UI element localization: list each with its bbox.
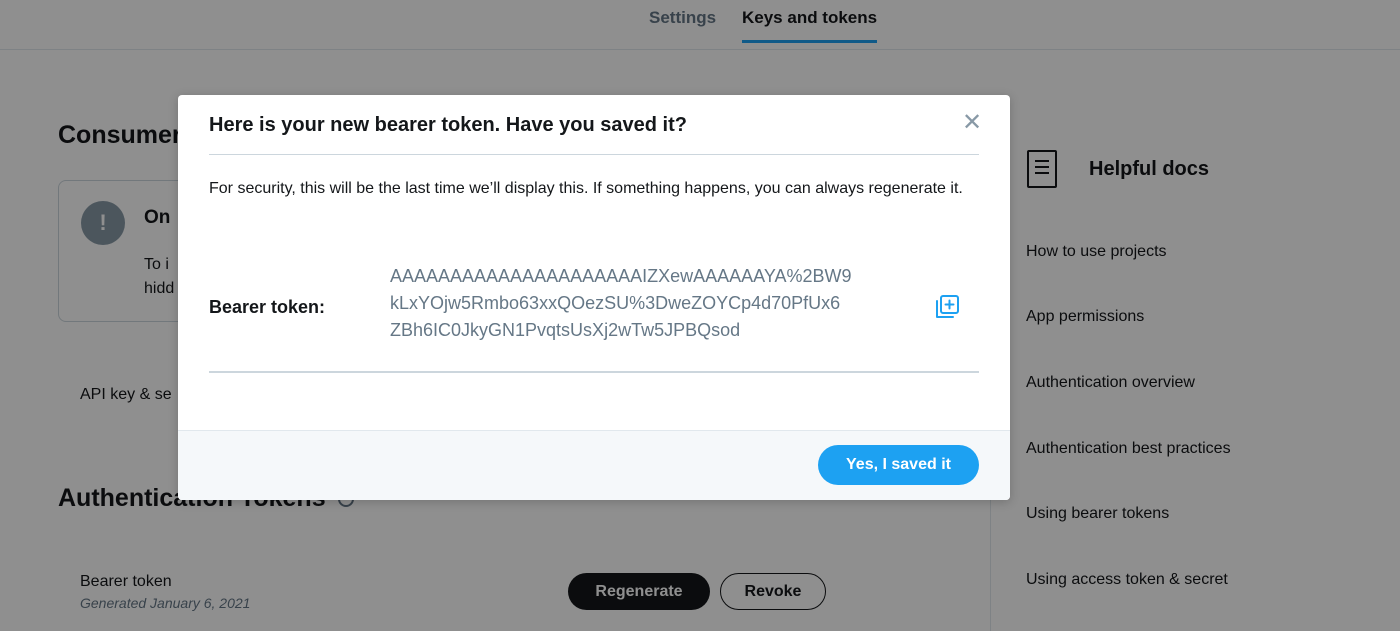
- token-line: ZBh6IC0JkyGN1PvqtsUsXj2wTw5JPBQsod: [390, 320, 741, 340]
- token-line: kLxYOjw5Rmbo63xxQOezSU%3DweZOYCp4d70PfUx…: [390, 293, 841, 313]
- divider: [209, 371, 979, 373]
- bearer-token-value: AAAAAAAAAAAAAAAAAAAAAIZXewAAAAAAYA%2BW9 …: [390, 263, 852, 344]
- bearer-token-dialog: Here is your new bearer token. Have you …: [178, 95, 1010, 500]
- close-icon[interactable]: ✕: [958, 109, 986, 137]
- bearer-token-label: Bearer token:: [209, 297, 326, 317]
- yes-i-saved-it-button[interactable]: Yes, I saved it: [818, 445, 979, 485]
- dialog-title: Here is your new bearer token. Have you …: [209, 114, 687, 136]
- divider: [209, 154, 979, 155]
- copy-icon[interactable]: [933, 293, 961, 321]
- dialog-footer: Yes, I saved it: [178, 430, 1010, 500]
- token-line: AAAAAAAAAAAAAAAAAAAAAIZXewAAAAAAYA%2BW9: [390, 266, 852, 286]
- dialog-message: For security, this will be the last time…: [209, 180, 963, 197]
